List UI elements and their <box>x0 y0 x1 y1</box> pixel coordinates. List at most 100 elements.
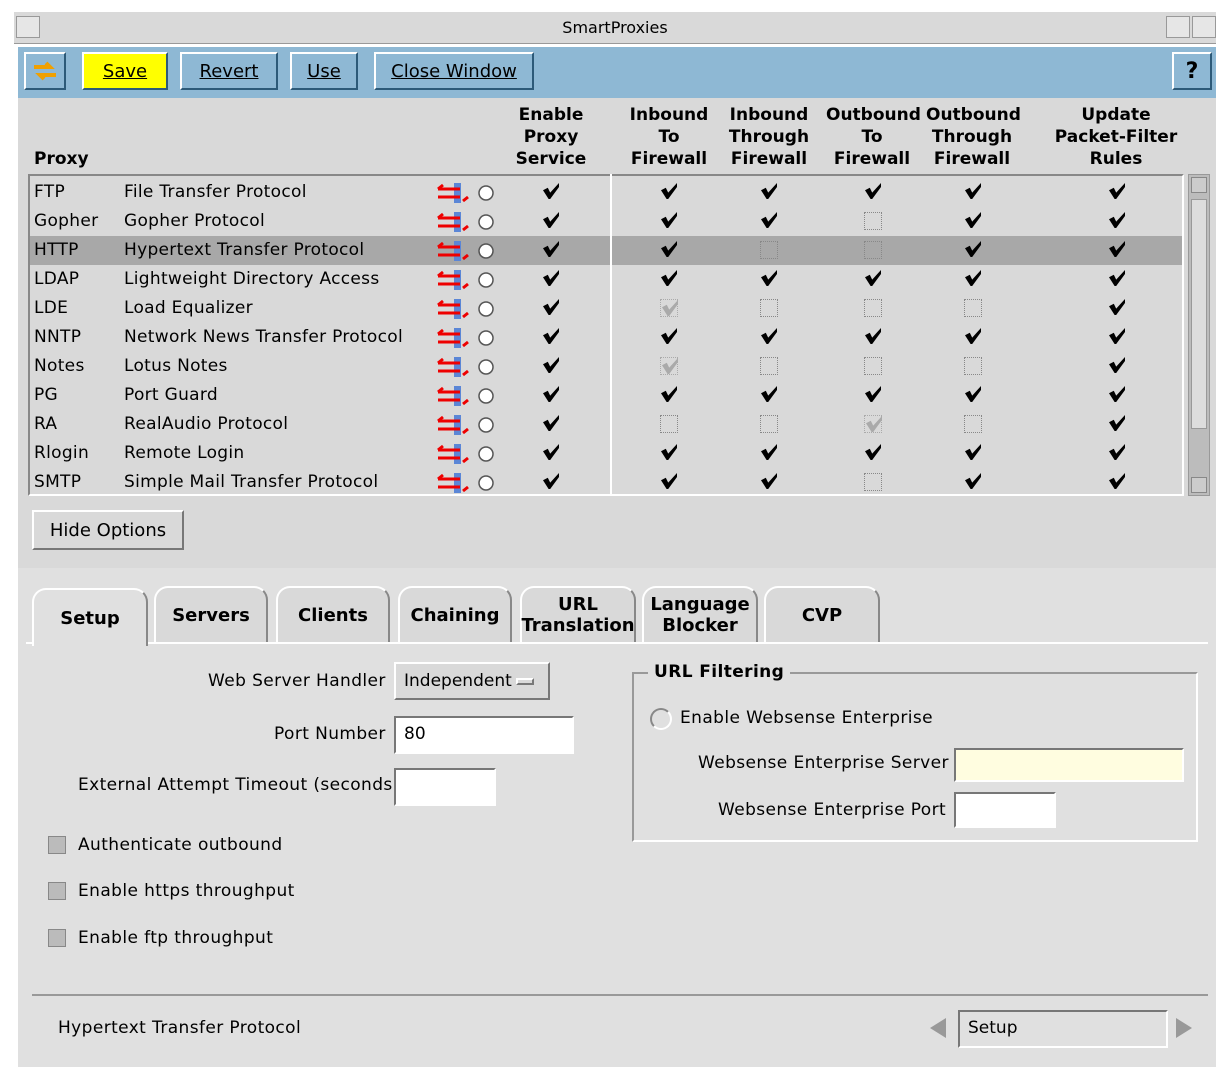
proxy-option-checkbox[interactable] <box>760 241 778 259</box>
proxy-option-checkbox[interactable] <box>660 386 678 404</box>
page-nav-field[interactable]: Setup <box>958 1010 1168 1048</box>
proxy-row-http[interactable]: HTTP Hypertext Transfer Protocol <box>30 236 1182 265</box>
proxy-option-checkbox[interactable] <box>760 357 778 375</box>
proxy-option-checkbox[interactable] <box>1108 473 1126 491</box>
tab-setup[interactable]: Setup <box>32 588 148 646</box>
proxy-option-checkbox[interactable] <box>660 328 678 346</box>
prev-page-icon[interactable] <box>930 1018 946 1038</box>
proxy-option-checkbox[interactable] <box>1108 241 1126 259</box>
proxy-option-checkbox[interactable] <box>1108 328 1126 346</box>
proxy-option-checkbox[interactable] <box>864 357 882 375</box>
proxy-option-checkbox[interactable] <box>1108 212 1126 230</box>
proxy-option-checkbox[interactable] <box>660 183 678 201</box>
save-button[interactable]: Save <box>82 52 168 90</box>
proxy-option-checkbox[interactable] <box>864 473 882 491</box>
proxy-option-checkbox[interactable] <box>542 357 560 375</box>
tab-servers[interactable]: Servers <box>154 586 268 642</box>
proxy-option-checkbox[interactable] <box>542 270 560 288</box>
swap-icon[interactable] <box>24 52 66 90</box>
proxy-option-checkbox[interactable] <box>760 444 778 462</box>
proxy-option-checkbox[interactable] <box>1108 183 1126 201</box>
list-scrollbar[interactable] <box>1188 174 1210 496</box>
proxy-option-checkbox[interactable] <box>1108 299 1126 317</box>
tab-chaining[interactable]: Chaining <box>398 586 512 642</box>
next-page-icon[interactable] <box>1176 1018 1192 1038</box>
proxy-row-nntp[interactable]: NNTP Network News Transfer Protocol <box>30 323 1182 352</box>
proxy-option-checkbox[interactable] <box>542 212 560 230</box>
proxy-option-checkbox[interactable] <box>542 444 560 462</box>
proxy-option-checkbox[interactable] <box>964 473 982 491</box>
proxy-option-checkbox[interactable] <box>964 183 982 201</box>
proxy-option-checkbox[interactable] <box>660 299 678 317</box>
proxy-option-checkbox[interactable] <box>864 270 882 288</box>
proxy-option-checkbox[interactable] <box>964 270 982 288</box>
proxy-option-checkbox[interactable] <box>542 473 560 491</box>
hide-options-button[interactable]: Hide Options <box>32 510 184 550</box>
proxy-option-checkbox[interactable] <box>542 299 560 317</box>
proxy-option-checkbox[interactable] <box>864 415 882 433</box>
proxy-option-checkbox[interactable] <box>660 357 678 375</box>
minimize-button[interactable] <box>1166 16 1190 38</box>
proxy-option-checkbox[interactable] <box>542 241 560 259</box>
proxy-option-checkbox[interactable] <box>760 386 778 404</box>
proxy-row-lde[interactable]: LDE Load Equalizer <box>30 294 1182 323</box>
proxy-option-checkbox[interactable] <box>964 328 982 346</box>
proxy-option-checkbox[interactable] <box>660 212 678 230</box>
proxy-option-checkbox[interactable] <box>760 212 778 230</box>
proxy-option-checkbox[interactable] <box>964 357 982 375</box>
ftp-throughput-checkbox[interactable] <box>48 929 66 947</box>
proxy-option-checkbox[interactable] <box>660 444 678 462</box>
tab-clients[interactable]: Clients <box>276 586 390 642</box>
help-button[interactable]: ? <box>1172 52 1212 90</box>
port-number-input[interactable]: 80 <box>394 716 574 754</box>
tab-language-blocker[interactable]: Language Blocker <box>642 586 758 642</box>
proxy-row-smtp[interactable]: SMTP Simple Mail Transfer Protocol <box>30 468 1182 497</box>
proxy-row-ftp[interactable]: FTP File Transfer Protocol <box>30 178 1182 207</box>
proxy-option-checkbox[interactable] <box>964 299 982 317</box>
proxy-option-checkbox[interactable] <box>760 328 778 346</box>
proxy-option-checkbox[interactable] <box>542 328 560 346</box>
proxy-row-notes[interactable]: Notes Lotus Notes <box>30 352 1182 381</box>
proxy-row-rlogin[interactable]: Rlogin Remote Login <box>30 439 1182 468</box>
proxy-row-ra[interactable]: RA RealAudio Protocol <box>30 410 1182 439</box>
enable-websense-radio[interactable] <box>650 708 672 730</box>
proxy-option-checkbox[interactable] <box>864 299 882 317</box>
web-server-handler-select[interactable]: Independent <box>394 662 550 700</box>
tab-cvp[interactable]: CVP <box>764 586 880 642</box>
proxy-option-checkbox[interactable] <box>1108 357 1126 375</box>
revert-button[interactable]: Revert <box>180 52 278 90</box>
proxy-row-gopher[interactable]: Gopher Gopher Protocol <box>30 207 1182 236</box>
proxy-option-checkbox[interactable] <box>1108 415 1126 433</box>
proxy-option-checkbox[interactable] <box>760 415 778 433</box>
proxy-option-checkbox[interactable] <box>1108 386 1126 404</box>
proxy-option-checkbox[interactable] <box>864 183 882 201</box>
proxy-option-checkbox[interactable] <box>760 270 778 288</box>
proxy-option-checkbox[interactable] <box>1108 270 1126 288</box>
proxy-list[interactable]: FTP File Transfer Protocol Gopher Gopher Pr… <box>28 174 1184 496</box>
proxy-row-pg[interactable]: PG Port Guard <box>30 381 1182 410</box>
proxy-option-checkbox[interactable] <box>660 270 678 288</box>
proxy-option-checkbox[interactable] <box>864 241 882 259</box>
proxy-option-checkbox[interactable] <box>760 299 778 317</box>
timeout-input[interactable] <box>394 768 496 806</box>
authenticate-outbound-checkbox[interactable] <box>48 836 66 854</box>
proxy-option-checkbox[interactable] <box>964 444 982 462</box>
proxy-option-checkbox[interactable] <box>964 415 982 433</box>
proxy-option-checkbox[interactable] <box>660 473 678 491</box>
websense-server-input[interactable] <box>954 748 1184 782</box>
proxy-option-checkbox[interactable] <box>660 241 678 259</box>
proxy-option-checkbox[interactable] <box>864 212 882 230</box>
proxy-option-checkbox[interactable] <box>864 444 882 462</box>
proxy-option-checkbox[interactable] <box>1108 444 1126 462</box>
websense-port-input[interactable] <box>954 792 1056 828</box>
https-throughput-checkbox[interactable] <box>48 882 66 900</box>
proxy-option-checkbox[interactable] <box>864 328 882 346</box>
proxy-option-checkbox[interactable] <box>864 386 882 404</box>
close-window-button[interactable]: Close Window <box>374 52 534 90</box>
proxy-option-checkbox[interactable] <box>760 473 778 491</box>
proxy-option-checkbox[interactable] <box>964 212 982 230</box>
proxy-option-checkbox[interactable] <box>964 386 982 404</box>
proxy-option-checkbox[interactable] <box>542 415 560 433</box>
proxy-option-checkbox[interactable] <box>542 386 560 404</box>
tab-url-translation[interactable]: URL Translation <box>520 586 636 642</box>
